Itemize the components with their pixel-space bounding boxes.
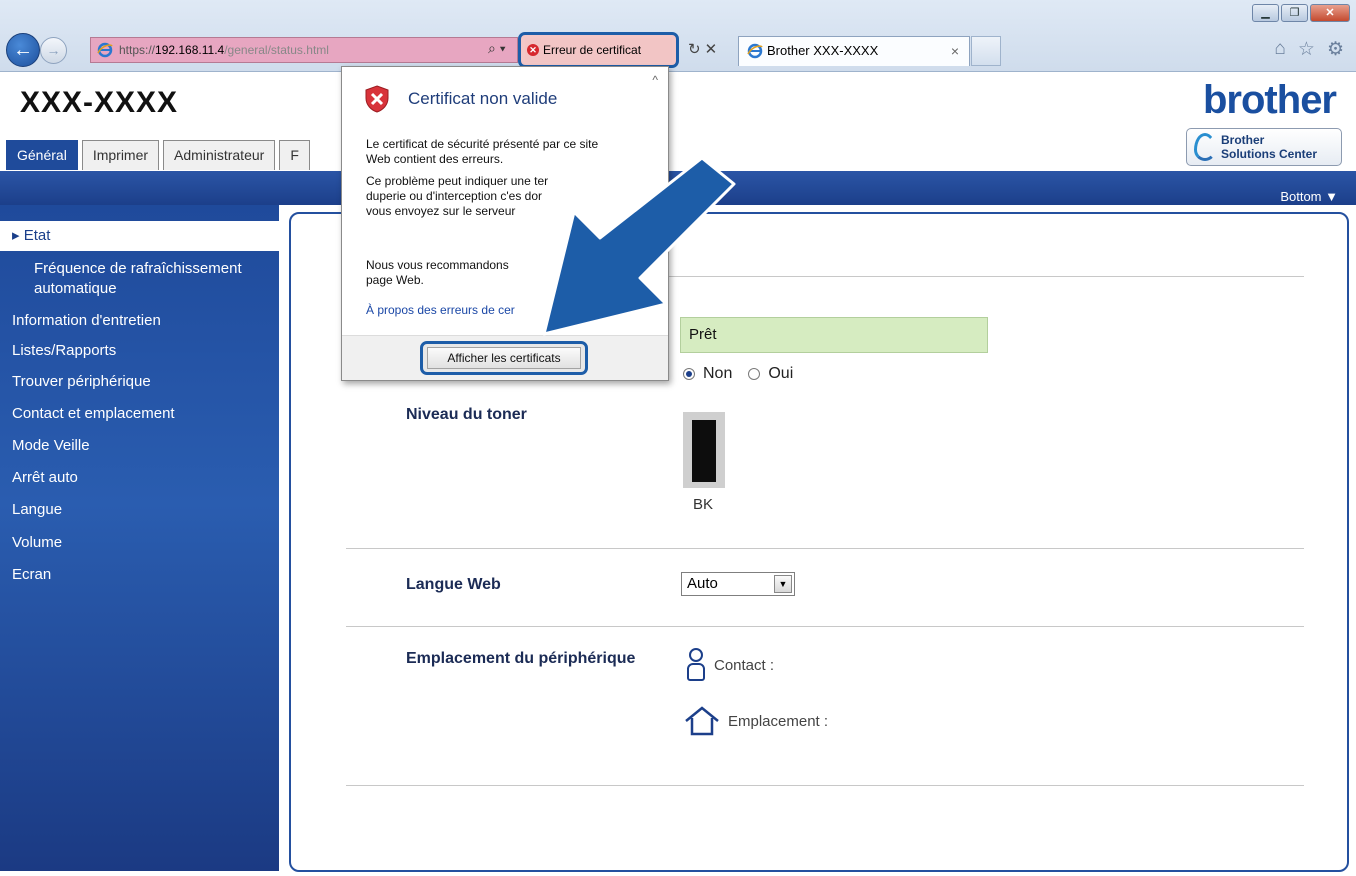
sidebar-item-etat[interactable]: ▸ Etat [0,221,279,251]
radio-oui-label: Oui [768,365,794,382]
solutions-line2: Solutions Center [1221,147,1318,161]
device-location-label: Emplacement du périphérique [406,650,636,667]
maximize-button[interactable]: ❐ [1281,4,1308,22]
radio-oui[interactable] [748,368,761,380]
auto-refresh-radios: Non Oui [683,365,793,383]
divider [346,785,1304,786]
tab-partial[interactable]: F [279,140,310,170]
sidebar-item-refresh-2[interactable]: automatique [34,279,117,299]
web-language-select[interactable]: Auto ▼ [681,572,795,596]
sidebar-item-contact[interactable]: Contact et emplacement [12,405,175,422]
minimize-button[interactable]: ▁ [1252,4,1279,22]
bottom-link[interactable]: Bottom ▼ [1280,189,1338,204]
divider [346,548,1304,549]
emplacement-label: Emplacement : [728,712,829,730]
view-certificates-button[interactable]: Afficher les certificats [420,341,588,375]
error-icon: ✕ [527,44,539,56]
certificate-error-label: Erreur de certificat [543,43,642,57]
tab-administrator[interactable]: Administrateur [163,140,276,170]
browser-tab[interactable]: Brother XXX-XXXX × [738,36,970,66]
forward-button[interactable]: → [40,37,67,64]
certificate-error-button[interactable]: ✕ Erreur de certificat [518,32,679,68]
browser-chrome: ▁ ❐ ✕ ← → https://192.168.11.4/general/s… [0,0,1356,72]
toner-level-label: Niveau du toner [406,406,527,423]
popup-title: Certificat non valide [408,89,558,108]
browser-tools: ⌂ ☆ ⚙ [1274,38,1344,61]
gear-icon[interactable]: ⚙ [1327,38,1344,61]
ie-logo-icon [747,43,763,59]
view-certificates-label: Afficher les certificats [427,347,581,369]
address-host: 192.168.11.4 [155,43,225,57]
screen: ▁ ❐ ✕ ← → https://192.168.11.4/general/s… [0,0,1356,876]
sidebar-item-screen[interactable]: Ecran [12,566,51,583]
sidebar-item-find-device[interactable]: Trouver périphérique [12,373,151,390]
callout-arrow-icon [542,156,736,336]
page-title: XXX-XXXX [20,86,179,119]
window-controls: ▁ ❐ ✕ [1252,4,1350,22]
sidebar-item-volume[interactable]: Volume [12,534,62,551]
close-window-button[interactable]: ✕ [1310,4,1350,22]
tab-general[interactable]: Général [6,140,78,170]
favorites-star-icon[interactable]: ☆ [1298,38,1315,61]
contact-row: Contact : [686,648,774,682]
home-icon[interactable]: ⌂ [1274,38,1285,61]
back-button[interactable]: ← [6,33,40,67]
sidebar-item-refresh[interactable]: Fréquence de rafraîchissement [34,259,242,279]
tab-title: Brother XXX-XXXX [767,43,879,58]
sidebar-item-auto-off[interactable]: Arrêt auto [12,469,78,486]
sidebar-item-sleep[interactable]: Mode Veille [12,437,90,454]
new-tab-button[interactable] [971,36,1001,66]
chevron-down-icon[interactable]: ▼ [774,575,792,593]
sidebar-item-maintenance[interactable]: Information d'entretien [12,312,161,329]
house-icon [685,706,719,736]
popup-close-icon[interactable]: ^ [652,73,658,87]
address-bar[interactable]: https://192.168.11.4/general/status.html [90,37,518,63]
web-language-value: Auto [687,575,718,592]
radio-non-label: Non [703,365,733,382]
tab-close-icon[interactable]: × [951,37,959,65]
divider [346,626,1304,627]
ie-logo-icon [97,42,113,58]
tab-print[interactable]: Imprimer [81,140,160,170]
toner-gauge [683,412,725,488]
brand-logo: brother [1203,78,1337,122]
search-icon[interactable]: ⌕ ▾ [488,40,506,57]
main-tabs: Général Imprimer Administrateur F [6,140,310,170]
sidebar-item-reports[interactable]: Listes/Rapports [12,342,116,359]
address-prefix: https:// [119,43,156,57]
solutions-center-button[interactable]: Brother Solutions Center [1186,128,1342,166]
location-row: Emplacement : [684,706,828,736]
sidebar-item-language[interactable]: Langue [12,501,62,518]
shield-error-icon [365,85,389,113]
divider [660,276,1304,277]
radio-non[interactable] [683,368,695,380]
about-cert-errors-link[interactable]: À propos des erreurs de cer [366,303,515,317]
person-icon [686,648,706,682]
solutions-center-icon [1194,133,1216,161]
solutions-line1: Brother [1221,133,1265,147]
toner-fill [692,420,716,482]
refresh-stop-icons[interactable]: ↻✕ [688,40,721,58]
web-language-label: Langue Web [406,576,501,593]
toner-name: BK [693,496,714,513]
contact-label: Contact : [714,656,775,674]
address-path: /general/status.html [224,43,329,57]
